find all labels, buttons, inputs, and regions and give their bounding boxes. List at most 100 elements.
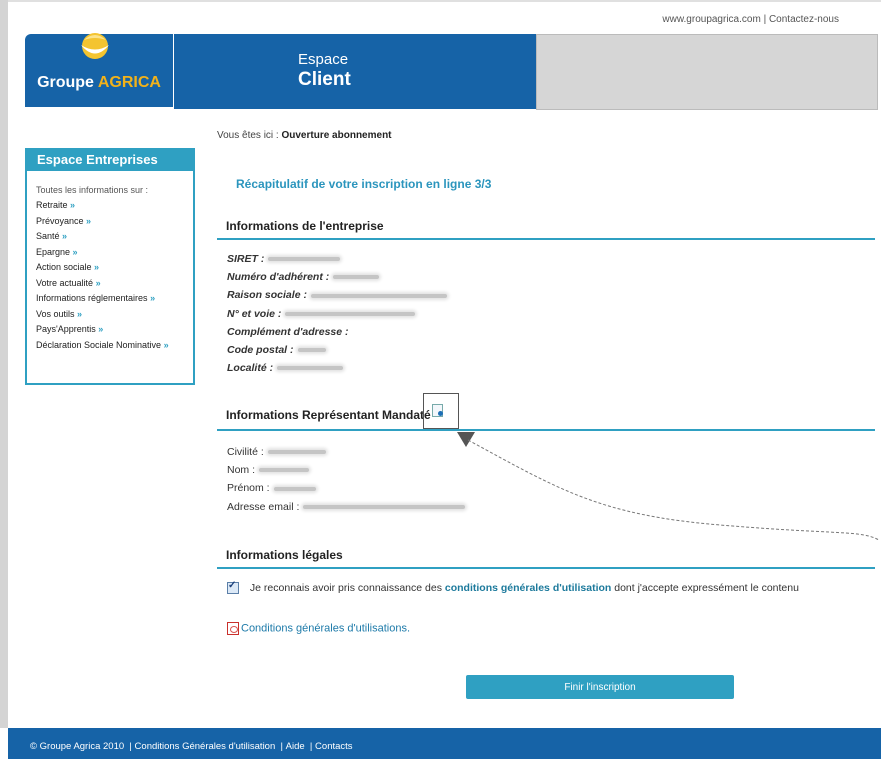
espace-label: Espace: [298, 51, 349, 68]
field-label: Nom :: [227, 464, 256, 477]
sidebar-item-label: Retraite: [36, 200, 68, 210]
footer-link-contacts[interactable]: Contacts: [315, 741, 353, 752]
sidebar-intro: Toutes les informations sur :: [36, 185, 149, 195]
pdf-icon: [227, 622, 239, 635]
sidebar-item-arrow: »: [86, 215, 92, 226]
footer-link-cgu[interactable]: Conditions Générales d'utilisation: [135, 741, 276, 752]
sidebar-item-sante[interactable]: Santé »: [36, 229, 193, 245]
redacted-value: [333, 275, 380, 280]
company-section-title: Informations de l'entreprise: [226, 219, 384, 233]
legal-text-before: Je reconnais avoir pris connaissance des: [249, 582, 442, 594]
document-icon[interactable]: [432, 404, 443, 417]
cgu-link[interactable]: conditions générales d'utilisation: [445, 582, 611, 594]
espace-client-banner: Espace Client: [174, 34, 536, 109]
accept-checkbox[interactable]: [227, 580, 239, 595]
field-code-postal: Code postal :: [227, 341, 447, 359]
logo-text: Groupe AGRICA: [25, 74, 173, 92]
sidebar-item-arrow: »: [72, 246, 78, 257]
rep-section-title: Informations Représentant Mandaté: [226, 408, 431, 422]
client-label: Client: [298, 69, 351, 90]
field-label: Numéro d'adhérent :: [227, 271, 330, 284]
field-label: Adresse email :: [227, 500, 300, 513]
field-siret: SIRET :: [227, 250, 447, 268]
top-links-separator: |: [763, 14, 767, 25]
sidebar-item-label: Vos outils: [36, 308, 75, 319]
field-email: Adresse email :: [227, 498, 466, 516]
sidebar-item-label: Epargne: [36, 246, 71, 257]
sidebar-item-arrow: »: [95, 277, 101, 288]
breadcrumb-current: Ouverture abonnement: [281, 130, 392, 141]
footer-links: © Groupe Agrica 2010 | Conditions Généra…: [30, 741, 353, 752]
redacted-value: [310, 293, 447, 298]
field-prenom: Prénom :: [227, 479, 465, 497]
sidebar-item-actualite[interactable]: Votre actualité »: [36, 276, 193, 292]
logo-text-groupe: Groupe: [37, 74, 94, 91]
contact-link[interactable]: Contactez-nous: [769, 14, 839, 25]
field-complement-adresse: Complément d'adresse :: [227, 323, 447, 341]
legal-section-rule: [217, 567, 875, 569]
field-nom: Nom :: [227, 461, 465, 479]
legal-section-title: Informations légales: [226, 548, 343, 562]
field-label: Raison sociale :: [227, 289, 307, 302]
sidebar-menu: Retraite » Prévoyance » Santé » Epargne …: [27, 198, 193, 353]
field-label: Localité :: [227, 362, 274, 375]
sidebar-item-epargne[interactable]: Epargne »: [36, 245, 193, 261]
sidebar-item-pays-apprentis[interactable]: Pays'Apprentis »: [36, 322, 193, 338]
footer: © Groupe Agrica 2010 | Conditions Généra…: [8, 728, 881, 759]
sidebar-item-dsn[interactable]: Déclaration Sociale Nominative »: [36, 338, 193, 354]
top-links: www.groupagrica.com | Contactez-nous: [662, 14, 839, 25]
sidebar-espace-entreprises: Espace Entreprises Toutes les informatio…: [25, 148, 195, 385]
field-localite: Localité :: [227, 359, 447, 377]
legal-acceptance: Je reconnais avoir pris connaissance des…: [227, 580, 799, 595]
footer-link-aide[interactable]: Aide: [286, 741, 305, 752]
redacted-value: [303, 504, 466, 509]
pdf-link-label: Conditions générales d'utilisations.: [241, 622, 411, 635]
field-label: Civilité :: [227, 446, 264, 458]
field-civilite: Civilité :: [227, 443, 465, 461]
redacted-value: [273, 486, 316, 491]
finish-registration-button[interactable]: Finir l'inscription: [466, 675, 734, 699]
page-left-border: [0, 0, 8, 728]
sidebar-item-arrow: »: [150, 293, 156, 303]
website-link[interactable]: www.groupagrica.com: [662, 14, 760, 25]
rep-fields: Civilité : Nom : Prénom : Adresse email …: [227, 443, 466, 516]
redacted-value: [277, 366, 344, 371]
rep-section-rule: [217, 429, 875, 431]
field-label: N° et voie :: [227, 307, 282, 320]
field-label: Code postal :: [227, 343, 294, 356]
header-grey-block: [536, 34, 878, 110]
sidebar-item-label: Déclaration Sociale Nominative: [36, 339, 162, 350]
redacted-value: [268, 257, 341, 262]
field-numero-adherent: Numéro d'adhérent :: [227, 268, 447, 286]
sidebar-item-label: Prévoyance: [36, 215, 84, 226]
field-voie: N° et voie :: [227, 305, 447, 323]
sidebar-title: Espace Entreprises: [27, 148, 193, 171]
groupe-agrica-logo[interactable]: Groupe AGRICA: [25, 33, 173, 107]
field-label: SIRET :: [227, 253, 265, 265]
field-label: Complément d'adresse :: [227, 325, 349, 338]
sidebar-item-retraite[interactable]: Retraite »: [36, 198, 193, 214]
company-fields: SIRET : Numéro d'adhérent : Raison socia…: [227, 250, 447, 377]
sidebar-item-label: Action sociale: [36, 262, 92, 272]
sidebar-item-action-sociale[interactable]: Action sociale »: [36, 260, 193, 276]
sidebar-item-prevoyance[interactable]: Prévoyance »: [36, 214, 193, 230]
sidebar-item-arrow: »: [163, 339, 169, 350]
sun-logo-icon: [81, 33, 109, 59]
sidebar-item-outils[interactable]: Vos outils »: [36, 307, 193, 323]
company-section-rule: [217, 238, 875, 240]
sidebar-item-arrow: »: [77, 308, 83, 319]
breadcrumb-prefix: Vous êtes ici :: [217, 130, 279, 141]
sidebar-item-arrow: »: [70, 200, 76, 210]
sidebar-item-label: Pays'Apprentis: [36, 324, 96, 334]
redacted-value: [285, 311, 416, 316]
sidebar-item-reglementaires[interactable]: Informations réglementaires »: [36, 291, 193, 307]
legal-text-after: dont j'accepte expressément le contenu: [614, 582, 799, 594]
sidebar-item-label: Votre actualité: [36, 277, 94, 288]
footer-copyright: © Groupe Agrica 2010: [30, 741, 125, 752]
page-top-border: [8, 0, 881, 2]
cgu-pdf-link[interactable]: Conditions générales d'utilisations.: [227, 622, 410, 635]
page-title: Récapitulatif de votre inscription en li…: [236, 177, 492, 191]
sidebar-item-label: Informations réglementaires: [36, 293, 148, 303]
redacted-value: [297, 348, 326, 353]
redacted-value: [267, 450, 326, 455]
